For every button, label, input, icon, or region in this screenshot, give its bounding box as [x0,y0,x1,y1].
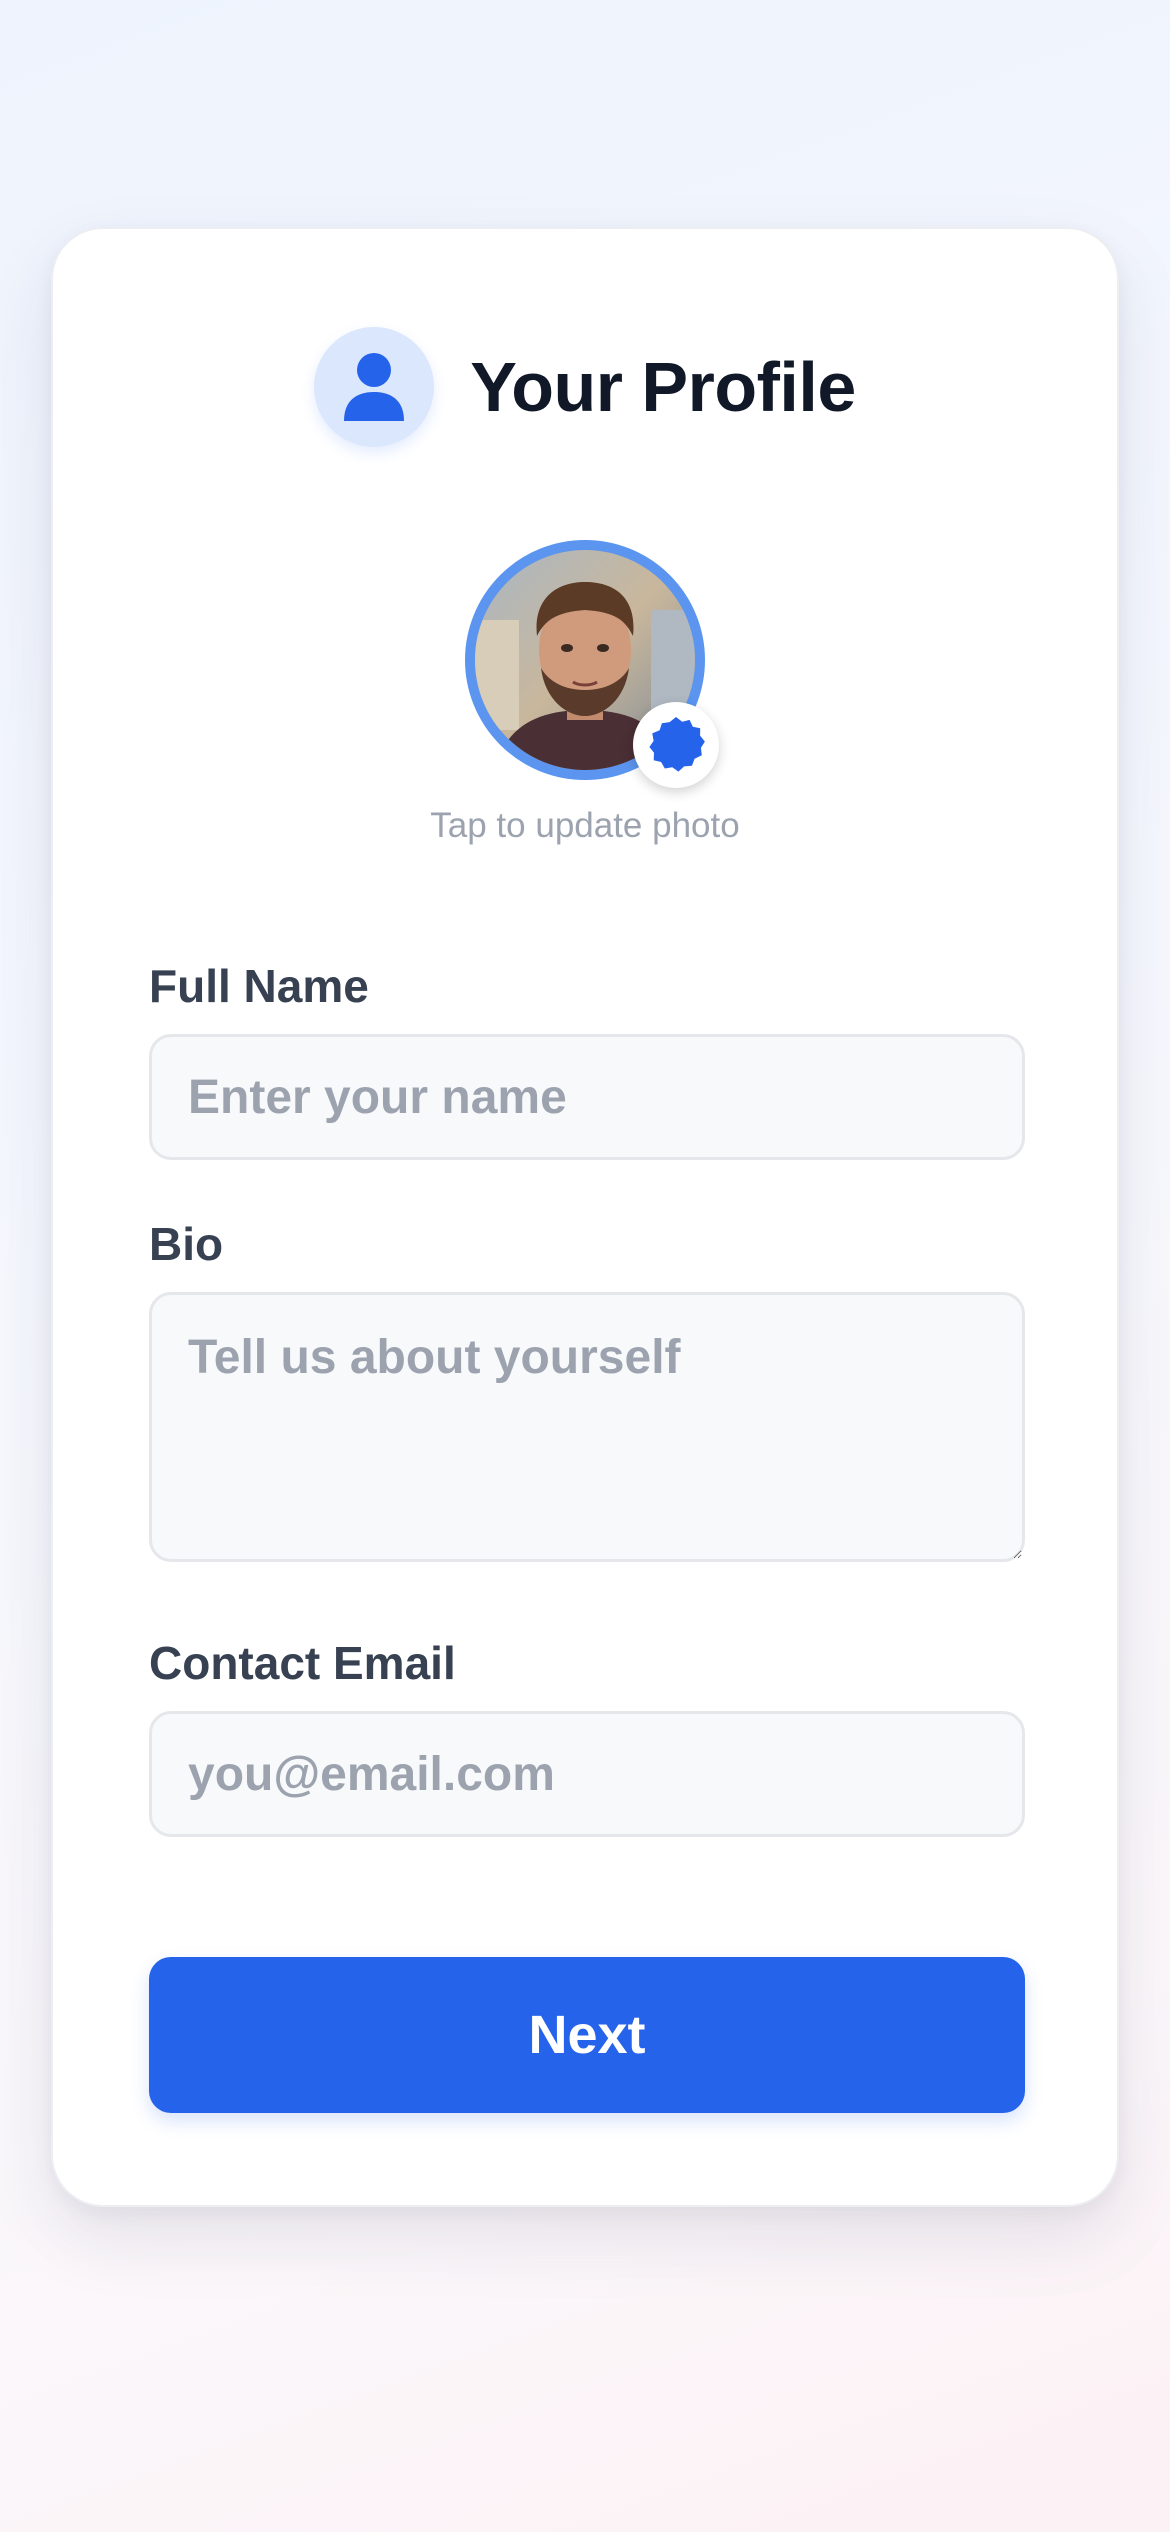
profile-header: Your Profile [53,327,1117,447]
avatar-caption: Tap to update photo [430,806,740,845]
avatar-upload[interactable] [465,540,719,788]
profile-card: Your Profile Tap to update photo Full Na… [51,227,1119,2207]
user-icon [314,327,435,447]
full-name-label: Full Name [149,960,369,1012]
contact-email-label: Contact Email [149,1637,456,1689]
full-name-input[interactable] [149,1034,1025,1160]
page-title: Your Profile [470,348,856,426]
bio-textarea[interactable] [149,1292,1025,1562]
bio-label: Bio [149,1218,224,1270]
contact-email-input[interactable] [149,1711,1025,1837]
edit-badge-icon[interactable] [633,702,719,788]
next-button[interactable]: Next [149,1957,1025,2113]
